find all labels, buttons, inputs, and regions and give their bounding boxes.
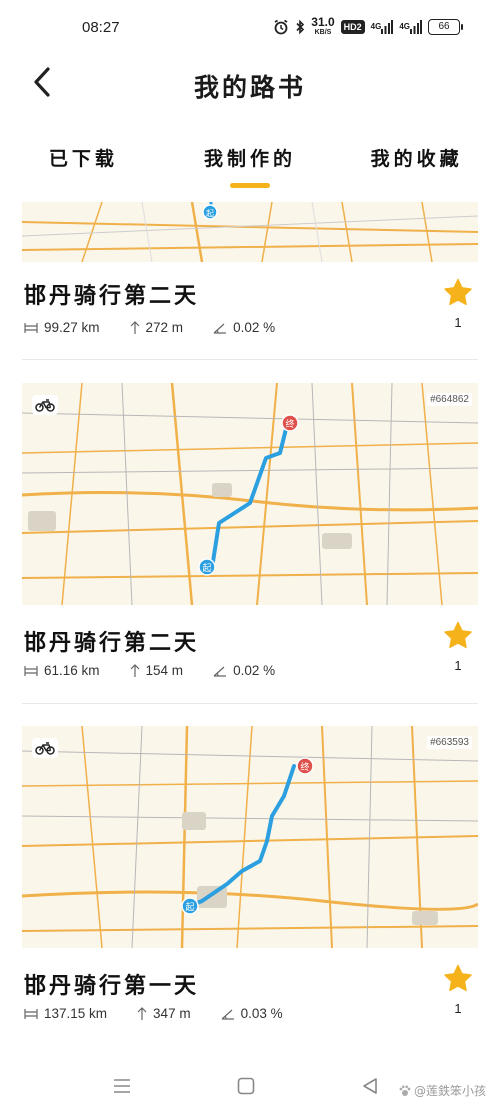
map-id-label: #664862 bbox=[427, 393, 472, 406]
signal-icon-1: 4G bbox=[370, 19, 394, 34]
distance-value: 99.27 km bbox=[44, 320, 100, 335]
watermark: @莲鉄笨小孩 bbox=[399, 1082, 486, 1099]
distance-value: 137.15 km bbox=[44, 1006, 108, 1021]
route-card[interactable]: 终 起 #664862 邯丹骑行第二天 61.16 km 154 m 0.02 … bbox=[22, 383, 478, 704]
favorite-count: 1 bbox=[454, 658, 462, 673]
alarm-icon bbox=[273, 19, 289, 35]
grade-value: 0.03 % bbox=[240, 1006, 283, 1021]
bike-icon bbox=[32, 738, 58, 758]
route-title: 邯丹骑行第一天 bbox=[24, 973, 200, 999]
distance-stat: 61.16 km bbox=[24, 663, 100, 678]
distance-icon bbox=[24, 1008, 38, 1019]
watermark-text: @莲鉄笨小孩 bbox=[413, 1084, 486, 1098]
distance-value: 61.16 km bbox=[44, 663, 100, 678]
favorite-button[interactable]: 1 bbox=[442, 621, 474, 673]
angle-icon bbox=[213, 323, 227, 334]
page-title: 我的路书 bbox=[193, 73, 306, 102]
route-stats: 61.16 km 154 m 0.02 % bbox=[24, 663, 275, 678]
status-icons: 31.0 KB/S HD2 4G 4G 66 bbox=[273, 16, 463, 37]
end-marker-text: 终 bbox=[300, 761, 309, 773]
favorite-count: 1 bbox=[454, 1001, 462, 1016]
angle-icon bbox=[213, 666, 227, 677]
route-map: 终 起 #664862 bbox=[22, 383, 478, 605]
favorite-count: 1 bbox=[454, 315, 462, 330]
paw-icon bbox=[399, 1085, 411, 1096]
star-icon bbox=[444, 278, 472, 306]
angle-icon bbox=[221, 1009, 234, 1020]
distance-icon bbox=[24, 322, 38, 333]
elevation-value: 154 m bbox=[145, 663, 184, 678]
header: 我的路书 bbox=[0, 56, 500, 116]
start-marker-text: 起 bbox=[206, 209, 214, 218]
hd-voice-icon: HD2 bbox=[340, 19, 365, 34]
distance-stat: 137.15 km bbox=[24, 1006, 107, 1021]
system-nav-bar: @莲鉄笨小孩 bbox=[0, 1057, 500, 1117]
route-title: 邯丹骑行第二天 bbox=[24, 283, 200, 309]
route-map: 起 bbox=[22, 202, 478, 262]
tab-my-favorites[interactable]: 我的收藏 bbox=[333, 138, 500, 194]
status-time: 08:27 bbox=[82, 19, 120, 36]
signal-2-label: 4G bbox=[399, 21, 410, 31]
nav-back-button[interactable] bbox=[350, 1071, 390, 1101]
end-marker-text: 终 bbox=[285, 418, 294, 430]
signal-1-label: 4G bbox=[370, 21, 382, 31]
nav-menu-button[interactable] bbox=[102, 1071, 142, 1101]
back-triangle-icon bbox=[363, 1078, 377, 1094]
battery-icon: 66 bbox=[428, 18, 463, 35]
arrow-up-icon bbox=[130, 320, 139, 334]
divider bbox=[22, 703, 478, 704]
signal-icon-2: 4G bbox=[399, 19, 422, 34]
elevation-value: 272 m bbox=[145, 320, 184, 335]
arrow-up-icon bbox=[137, 1006, 147, 1020]
distance-icon bbox=[24, 665, 38, 676]
favorite-button[interactable]: 1 bbox=[442, 278, 474, 330]
grade-stat: 0.02 % bbox=[213, 320, 275, 335]
tab-downloaded[interactable]: 已下载 bbox=[0, 138, 167, 194]
route-stats: 99.27 km 272 m 0.02 % bbox=[24, 320, 275, 335]
elevation-stat: 154 m bbox=[130, 663, 184, 678]
grade-value: 0.02 % bbox=[233, 320, 276, 335]
tab-bar: 已下载 我制作的 我的收藏 bbox=[0, 138, 500, 194]
network-speed-value: 31.0 bbox=[311, 15, 335, 29]
route-map: 终 起 #663593 bbox=[22, 726, 478, 948]
map-id-label: #663593 bbox=[427, 736, 472, 749]
grade-stat: 0.02 % bbox=[213, 663, 275, 678]
divider bbox=[22, 359, 478, 360]
tab-my-created[interactable]: 我制作的 bbox=[167, 138, 334, 194]
menu-icon bbox=[114, 1079, 130, 1093]
home-square-icon bbox=[237, 1077, 255, 1095]
route-title: 邯丹骑行第二天 bbox=[24, 630, 200, 656]
start-marker-text: 起 bbox=[185, 902, 194, 913]
elevation-stat: 272 m bbox=[130, 320, 184, 335]
network-speed-unit: KB/S bbox=[314, 29, 332, 36]
battery-level: 66 bbox=[438, 21, 450, 32]
network-speed: 31.0 KB/S bbox=[311, 16, 334, 37]
arrow-up-icon bbox=[130, 663, 139, 677]
nav-home-button[interactable] bbox=[226, 1071, 266, 1101]
favorite-button[interactable]: 1 bbox=[442, 964, 474, 1016]
start-marker-text: 起 bbox=[202, 563, 211, 574]
status-bar: 08:27 31.0 KB/S HD2 4G 4G 66 bbox=[0, 0, 500, 56]
route-card[interactable]: 起 邯丹骑行第二天 99.27 km 272 m 0.02 % 1 bbox=[22, 202, 478, 360]
star-icon bbox=[444, 964, 472, 992]
route-stats: 137.15 km 347 m 0.03 % bbox=[24, 1006, 283, 1021]
grade-value: 0.02 % bbox=[233, 663, 276, 678]
grade-stat: 0.03 % bbox=[221, 1006, 283, 1021]
route-card[interactable]: 终 起 #663593 邯丹骑行第一天 137.15 km 347 m 0.03… bbox=[22, 726, 478, 1036]
elevation-stat: 347 m bbox=[137, 1006, 191, 1021]
bike-icon bbox=[32, 395, 58, 415]
elevation-value: 347 m bbox=[153, 1006, 191, 1021]
star-icon bbox=[444, 621, 472, 649]
bluetooth-icon bbox=[295, 19, 305, 35]
distance-stat: 99.27 km bbox=[24, 320, 100, 335]
